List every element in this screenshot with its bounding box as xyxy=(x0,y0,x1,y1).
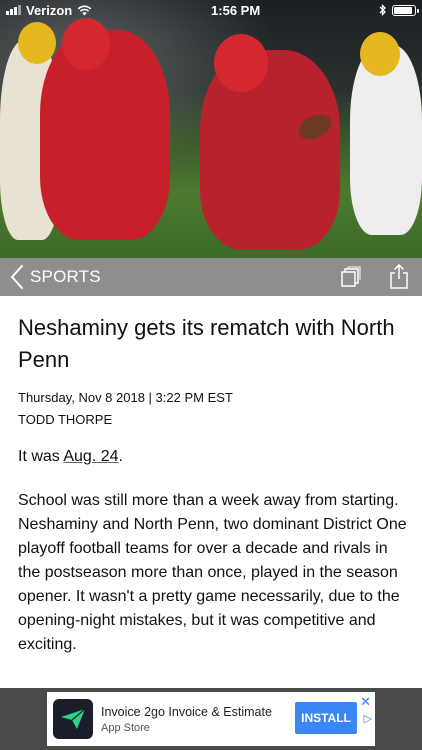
ad-text: Invoice 2go Invoice & Estimate App Store xyxy=(101,705,272,734)
wifi-icon xyxy=(77,5,92,15)
helmet-shape xyxy=(360,32,400,76)
section-bar: SPORTS xyxy=(0,258,422,296)
section-actions xyxy=(338,264,412,290)
date-link[interactable]: Aug. 24 xyxy=(63,448,118,465)
back-button[interactable]: SPORTS xyxy=(10,264,101,290)
status-right xyxy=(379,4,419,16)
paper-plane-icon xyxy=(61,708,86,729)
bluetooth-icon xyxy=(379,4,386,16)
section-label: SPORTS xyxy=(30,267,101,286)
copy-pages-icon xyxy=(341,266,361,287)
status-time: 1:56 PM xyxy=(211,2,261,18)
intro-suffix: . xyxy=(118,448,123,465)
battery-level xyxy=(393,6,412,14)
ad-subtitle: App Store xyxy=(101,721,150,734)
article-intro: It was Aug. 24. xyxy=(18,445,408,469)
share-button[interactable] xyxy=(386,264,412,290)
article-dateline: Thursday, Nov 8 2018 | 3:22 PM EST xyxy=(18,390,233,405)
article-author: TODD THORPE xyxy=(18,412,113,427)
player-figure xyxy=(40,30,170,240)
helmet-shape xyxy=(18,22,56,64)
close-icon[interactable]: ✕ xyxy=(360,694,371,710)
hero-photo xyxy=(0,0,422,258)
install-button[interactable]: INSTALL xyxy=(295,702,357,734)
app-icon xyxy=(53,699,93,739)
chevron-left-icon xyxy=(10,265,23,289)
status-left: Verizon xyxy=(6,3,92,18)
pages-button[interactable] xyxy=(338,264,364,290)
ad-title: Invoice 2go Invoice & Estimate xyxy=(101,704,272,719)
article-paragraph: School was still more than a week away f… xyxy=(18,492,407,653)
helmet-shape xyxy=(214,34,268,92)
ad-banner: Invoice 2go Invoice & Estimate App Store… xyxy=(0,688,422,750)
intro-prefix: It was xyxy=(18,448,64,465)
article: Neshaminy gets its rematch with North Pe… xyxy=(18,312,408,657)
signal-icon xyxy=(6,5,21,15)
helmet-shape xyxy=(62,18,110,70)
battery-icon xyxy=(391,4,419,16)
article-headline: Neshaminy gets its rematch with North Pe… xyxy=(18,315,395,372)
status-bar: Verizon 1:56 PM xyxy=(0,0,422,20)
share-icon xyxy=(390,264,408,289)
ad-card[interactable]: Invoice 2go Invoice & Estimate App Store… xyxy=(47,692,375,746)
carrier-name: Verizon xyxy=(26,2,73,18)
adchoices-icon[interactable]: ▷ xyxy=(364,712,372,725)
